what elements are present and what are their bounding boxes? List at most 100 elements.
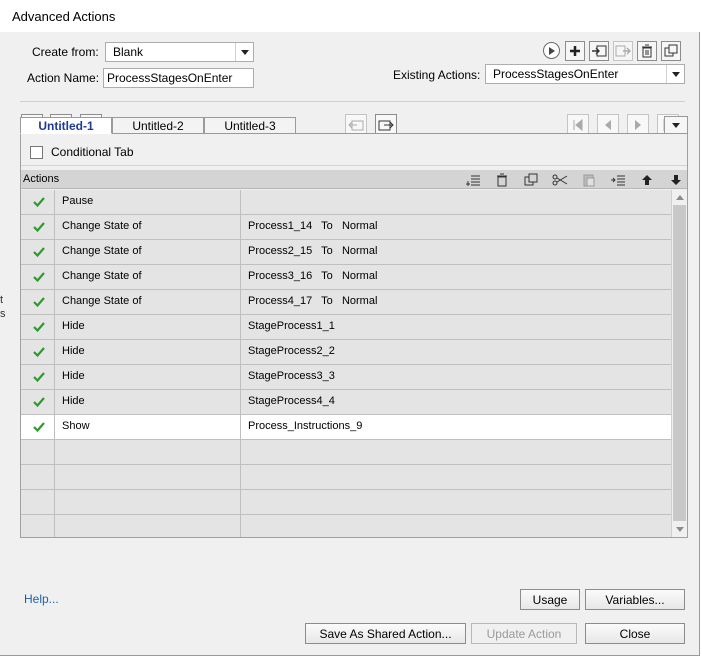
table-row[interactable]: [21, 440, 671, 465]
target-cell[interactable]: StageProcess4_4: [241, 390, 671, 414]
target-cell[interactable]: [241, 190, 671, 214]
action-cell[interactable]: Change State of: [55, 265, 241, 289]
action-cell[interactable]: Hide: [55, 315, 241, 339]
create-from-dropdown[interactable]: Blank: [105, 42, 254, 62]
status-cell: [21, 190, 55, 214]
target-cell[interactable]: [241, 490, 671, 514]
background-text-fragment: t: [0, 294, 4, 306]
target-cell[interactable]: StageProcess2_2: [241, 340, 671, 364]
import-action-button[interactable]: [589, 41, 609, 61]
table-row[interactable]: Change State of Process1_14 To Normal: [21, 215, 671, 240]
target-cell[interactable]: Process4_17 To Normal: [241, 290, 671, 314]
table-row[interactable]: [21, 490, 671, 515]
table-row[interactable]: Change State of Process4_17 To Normal: [21, 290, 671, 315]
divider: [20, 101, 685, 102]
action-name-label: Action Name:: [27, 71, 100, 85]
action-cell[interactable]: Change State of: [55, 290, 241, 314]
add-action-button[interactable]: [565, 41, 585, 61]
save-shared-action-button[interactable]: Save As Shared Action...: [305, 623, 466, 644]
table-row-selected[interactable]: Show Process_Instructions_9: [21, 415, 671, 440]
close-button[interactable]: Close: [585, 623, 685, 644]
action-cell[interactable]: [55, 440, 241, 464]
scroll-up-icon[interactable]: [676, 195, 684, 200]
target-cell[interactable]: [241, 440, 671, 464]
table-row[interactable]: Hide StageProcess3_3: [21, 365, 671, 390]
tab-list-dropdown[interactable]: [664, 116, 688, 134]
update-action-button[interactable]: Update Action: [471, 623, 577, 644]
create-from-label: Create from:: [32, 45, 99, 59]
duplicate-action-button[interactable]: [661, 41, 681, 61]
conditional-tab-checkbox[interactable]: [30, 146, 43, 159]
variables-button[interactable]: Variables...: [585, 589, 685, 610]
tab-untitled-3[interactable]: Untitled-3: [204, 117, 296, 134]
status-cell: [21, 390, 55, 414]
move-up-button[interactable]: [639, 172, 655, 187]
scroll-down-icon[interactable]: [676, 527, 684, 532]
help-link[interactable]: Help...: [24, 592, 59, 606]
action-name-input[interactable]: ProcessStagesOnEnter: [103, 68, 254, 88]
copy-row-button[interactable]: [523, 172, 539, 187]
table-row[interactable]: [21, 515, 671, 537]
preview-button[interactable]: [543, 42, 560, 59]
action-cell[interactable]: Pause: [55, 190, 241, 214]
paste-icon: [583, 174, 595, 186]
export-action-button[interactable]: [613, 41, 633, 61]
action-cell[interactable]: Change State of: [55, 215, 241, 239]
target-cell[interactable]: StageProcess3_3: [241, 365, 671, 389]
target-cell[interactable]: Process1_14 To Normal: [241, 215, 671, 239]
scroll-thumb[interactable]: [673, 205, 686, 521]
plus-icon: [570, 46, 580, 56]
actions-table: Pause Change State of Process1_14 To Nor…: [21, 190, 671, 537]
tab-untitled-1[interactable]: Untitled-1: [20, 117, 112, 134]
checkmark-icon: [33, 197, 45, 208]
action-cell[interactable]: Show: [55, 415, 241, 439]
action-cell[interactable]: Hide: [55, 365, 241, 389]
window-title: Advanced Actions: [12, 9, 116, 24]
insert-action-button[interactable]: [465, 172, 481, 187]
table-row[interactable]: Hide StageProcess1_1: [21, 315, 671, 340]
indent-icon: [611, 175, 625, 185]
scissors-icon: [552, 174, 568, 185]
move-down-button[interactable]: [668, 172, 684, 187]
table-row[interactable]: Change State of Process2_15 To Normal: [21, 240, 671, 265]
target-cell[interactable]: Process2_15 To Normal: [241, 240, 671, 264]
table-row[interactable]: Hide StageProcess2_2: [21, 340, 671, 365]
table-row[interactable]: Hide StageProcess4_4: [21, 390, 671, 415]
action-cell[interactable]: [55, 490, 241, 514]
target-cell[interactable]: StageProcess1_1: [241, 315, 671, 339]
action-cell[interactable]: [55, 465, 241, 489]
first-icon: [573, 119, 583, 131]
table-row[interactable]: Pause: [21, 190, 671, 215]
trash-icon: [642, 44, 652, 58]
conditional-tab-label: Conditional Tab: [51, 145, 134, 159]
action-cell[interactable]: Change State of: [55, 240, 241, 264]
target-cell[interactable]: Process_Instructions_9: [241, 415, 671, 439]
cut-row-button[interactable]: [552, 172, 568, 187]
indent-row-button[interactable]: [610, 172, 626, 187]
action-cell[interactable]: Hide: [55, 390, 241, 414]
tab-untitled-2[interactable]: Untitled-2: [112, 117, 204, 134]
checkmark-icon: [33, 222, 45, 233]
delete-action-button[interactable]: [637, 41, 657, 61]
checkmark-icon: [33, 422, 45, 433]
delete-row-button[interactable]: [494, 172, 510, 187]
create-from-value: Blank: [113, 45, 144, 59]
vertical-scrollbar[interactable]: [671, 190, 687, 537]
checkmark-icon: [33, 297, 45, 308]
table-row[interactable]: [21, 465, 671, 490]
status-cell: [21, 315, 55, 339]
insert-row-icon: [466, 175, 480, 186]
checkmark-icon: [33, 372, 45, 383]
target-cell[interactable]: [241, 515, 671, 537]
arrow-up-icon: [642, 174, 652, 185]
paste-row-button[interactable]: [581, 172, 597, 187]
table-row[interactable]: Change State of Process3_16 To Normal: [21, 265, 671, 290]
target-cell[interactable]: [241, 465, 671, 489]
status-cell: [21, 490, 55, 514]
existing-actions-dropdown[interactable]: ProcessStagesOnEnter: [485, 64, 685, 84]
action-cell[interactable]: Hide: [55, 340, 241, 364]
usage-button[interactable]: Usage: [520, 589, 580, 610]
target-cell[interactable]: Process3_16 To Normal: [241, 265, 671, 289]
action-cell[interactable]: [55, 515, 241, 537]
trash-icon: [497, 173, 507, 186]
